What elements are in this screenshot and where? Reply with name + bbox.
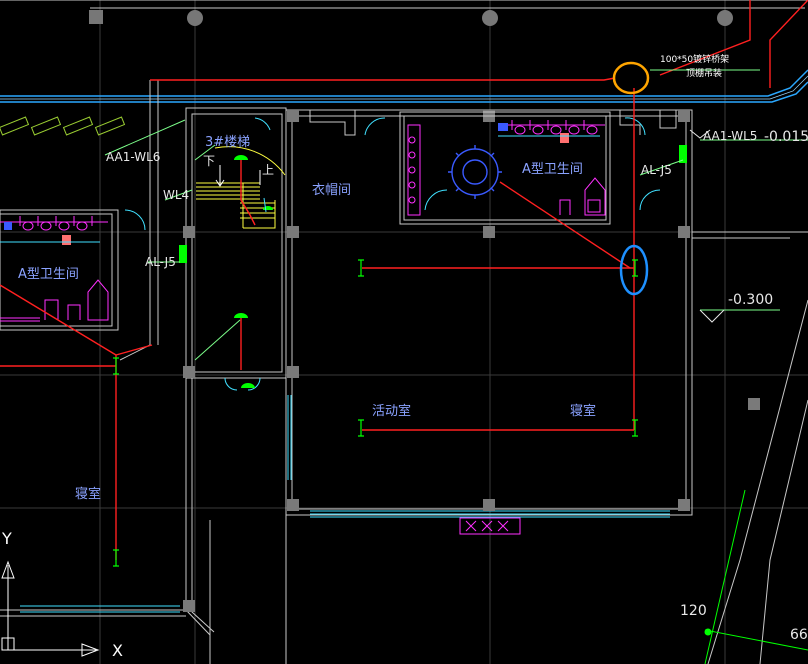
note-tray-line2: 顶棚吊装 bbox=[686, 69, 723, 79]
left-toilet-label: A型卫生间 bbox=[18, 267, 79, 282]
dimension-66: 66 bbox=[790, 627, 808, 643]
canvas-background bbox=[0, 0, 808, 664]
tag-al-j5-right: AL-J5 bbox=[641, 163, 672, 177]
axis-x-label: X bbox=[112, 641, 123, 660]
cloakroom-label: 衣帽间 bbox=[312, 183, 352, 198]
stair-down-mark: 下 bbox=[203, 154, 216, 168]
tag-aa1-wl6: AA1-WL6 bbox=[106, 150, 161, 164]
cad-drawing-canvas[interactable] bbox=[0, 0, 808, 664]
note-tray-line1: 100*50镀锌桥架 bbox=[660, 55, 730, 65]
dimension-120: 120 bbox=[680, 603, 707, 619]
stair-label: 3#楼梯 bbox=[205, 135, 251, 150]
bedroom-right-label: 寝室 bbox=[570, 404, 597, 419]
tag-wl4: WL4 bbox=[163, 188, 190, 202]
stair-up-mark: 上 bbox=[262, 163, 275, 177]
right-toilet-label: A型卫生间 bbox=[522, 162, 583, 177]
elevation-top: -0.015 bbox=[764, 129, 808, 145]
tag-aa1-wl5: AA1-WL5 bbox=[703, 129, 758, 143]
tag-al-j5-left: AL-J5 bbox=[145, 255, 176, 269]
activity-room-label: 活动室 bbox=[372, 404, 412, 419]
axis-y-label: Y bbox=[2, 529, 12, 548]
elevation-right: -0.300 bbox=[728, 292, 774, 308]
bedroom-left-label: 寝室 bbox=[75, 487, 102, 502]
